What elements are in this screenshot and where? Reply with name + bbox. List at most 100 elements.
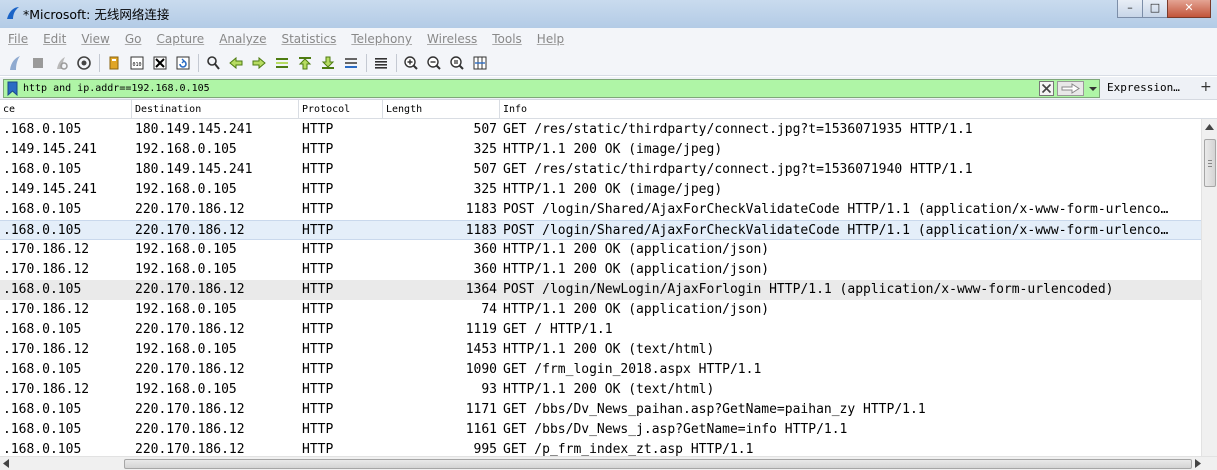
column-divider[interactable] (131, 100, 132, 119)
menu-help[interactable]: Help (537, 32, 564, 46)
clear-filter-icon[interactable] (1039, 81, 1054, 96)
packet-row[interactable]: .170.186.12 192.168.0.105 HTTP 360 HTTP/1.1 … (0, 260, 1201, 280)
packet-length: 1183 (465, 202, 497, 217)
filter-bookmark-icon[interactable] (6, 81, 19, 96)
open-file-icon (109, 56, 119, 69)
expression-button[interactable]: Expression… (1107, 81, 1180, 94)
open-file-button[interactable] (105, 54, 123, 72)
packet-length: 995 (473, 442, 497, 456)
column-divider[interactable] (499, 100, 500, 119)
colorize-button[interactable] (372, 54, 390, 72)
packet-row[interactable]: .168.0.105 220.170.186.12 HTTP 1183 POST /lo… (0, 200, 1201, 220)
horizontal-scroll-thumb[interactable] (124, 459, 1192, 469)
packet-destination: 220.170.186.12 (135, 202, 245, 217)
packet-row[interactable]: .168.0.105 220.170.186.12 HTTP 1171 GET /bbs… (0, 400, 1201, 420)
scroll-left-icon[interactable] (3, 459, 9, 468)
go-back-button[interactable] (227, 54, 245, 72)
column-divider[interactable] (382, 100, 383, 119)
packet-row[interactable]: .168.0.105 220.170.186.12 HTTP 1364 POST /lo… (0, 280, 1201, 300)
packet-destination: 192.168.0.105 (135, 142, 237, 157)
packet-protocol: HTTP (302, 382, 334, 397)
column-destination-header[interactable]: Destination (135, 104, 201, 119)
packet-length: 1161 (465, 422, 497, 437)
packet-length: 325 (473, 182, 497, 197)
packet-length: 1183 (465, 223, 497, 238)
apply-filter-icon[interactable] (1057, 81, 1084, 96)
go-last-button[interactable] (319, 54, 337, 72)
display-filter-field (3, 79, 1100, 98)
packet-protocol: HTTP (302, 142, 334, 157)
packet-protocol: HTTP (302, 182, 334, 197)
menu-analyze[interactable]: Analyze (219, 32, 266, 46)
zoom-normal-button[interactable] (448, 54, 466, 72)
add-filter-button[interactable]: + (1200, 79, 1212, 95)
packet-row[interactable]: .149.145.241 192.168.0.105 HTTP 325 HTTP/1.1… (0, 180, 1201, 200)
vertical-scroll-thumb[interactable] (1204, 139, 1216, 187)
menu-view[interactable]: View (81, 32, 109, 46)
go-first-button[interactable] (296, 54, 314, 72)
filter-history-dropdown-icon[interactable] (1087, 81, 1099, 96)
packet-info: GET /res/static/thirdparty/connect.jpg?t… (503, 162, 973, 177)
packet-row[interactable]: .170.186.12 192.168.0.105 HTTP 93 HTTP/1.1 2… (0, 380, 1201, 400)
packet-protocol: HTTP (302, 282, 334, 297)
auto-scroll-button[interactable] (342, 54, 360, 72)
shark-fin-start-icon (10, 55, 20, 70)
packet-row[interactable]: .168.0.105 180.149.145.241 HTTP 507 GET /res… (0, 160, 1201, 180)
menu-telephony[interactable]: Telephony (351, 32, 412, 46)
vertical-scrollbar[interactable] (1201, 119, 1217, 456)
start-capture-button[interactable] (6, 54, 24, 72)
packet-info: GET /frm_login_2018.aspx HTTP/1.1 (503, 362, 762, 377)
packet-source: .168.0.105 (3, 322, 82, 337)
go-forward-button[interactable] (250, 54, 268, 72)
packet-length: 360 (473, 262, 497, 277)
column-length-header[interactable]: Length (386, 104, 422, 119)
zoom-in-button[interactable] (402, 54, 420, 72)
packet-row[interactable]: .168.0.105 220.170.186.12 HTTP 1183 POST /lo… (0, 220, 1201, 240)
menu-statistics[interactable]: Statistics (281, 32, 336, 46)
display-filter-input[interactable] (23, 81, 1033, 96)
packet-protocol: HTTP (302, 402, 334, 417)
packet-row[interactable]: .168.0.105 220.170.186.12 HTTP 1090 GET /frm… (0, 360, 1201, 380)
packet-source: .168.0.105 (3, 223, 82, 238)
restart-capture-button[interactable] (52, 54, 70, 72)
close-file-button[interactable] (151, 54, 169, 72)
packet-row[interactable]: .168.0.105 220.170.186.12 HTTP 1161 GET /bbs… (0, 420, 1201, 440)
menu-wireless[interactable]: Wireless (427, 32, 477, 46)
scroll-up-icon[interactable] (1205, 124, 1214, 130)
packet-row[interactable]: .149.145.241 192.168.0.105 HTTP 325 HTTP/1.1… (0, 140, 1201, 160)
stop-capture-button[interactable] (29, 54, 47, 72)
resize-columns-button[interactable] (471, 54, 489, 72)
column-divider[interactable] (298, 100, 299, 119)
save-file-button[interactable]: 010 (128, 54, 146, 72)
menu-tools[interactable]: Tools (492, 32, 522, 46)
column-info-header[interactable]: Info (503, 104, 527, 119)
zoom-out-button[interactable] (425, 54, 443, 72)
go-to-packet-button[interactable] (273, 54, 291, 72)
horizontal-scrollbar[interactable] (0, 456, 1217, 470)
packet-row[interactable]: .170.186.12 192.168.0.105 HTTP 74 HTTP/1.1 2… (0, 300, 1201, 320)
minimize-button[interactable]: – (1117, 0, 1143, 18)
close-button[interactable]: ✕ (1167, 0, 1211, 18)
menu-edit[interactable]: Edit (43, 32, 66, 46)
scroll-right-icon[interactable] (1195, 459, 1201, 468)
column-protocol-header[interactable]: Protocol (302, 104, 350, 119)
menu-capture[interactable]: Capture (156, 32, 204, 46)
packet-row[interactable]: .168.0.105 180.149.145.241 HTTP 507 GET /res… (0, 120, 1201, 140)
column-source-header[interactable]: ce (3, 104, 15, 119)
packet-length: 1119 (465, 322, 497, 337)
packet-protocol: HTTP (302, 342, 334, 357)
find-packet-button[interactable] (204, 54, 222, 72)
packet-row[interactable]: .170.186.12 192.168.0.105 HTTP 1453 HTTP/1.1… (0, 340, 1201, 360)
packet-destination: 192.168.0.105 (135, 342, 237, 357)
menu-file[interactable]: File (8, 32, 28, 46)
maximize-button[interactable]: □ (1142, 0, 1168, 18)
packet-source: .168.0.105 (3, 402, 82, 417)
packet-info: GET /bbs/Dv_News_paihan.asp?GetName=paih… (503, 402, 926, 417)
capture-options-button[interactable] (75, 54, 93, 72)
packet-protocol: HTTP (302, 162, 334, 177)
reload-file-button[interactable] (174, 54, 192, 72)
packet-row[interactable]: .170.186.12 192.168.0.105 HTTP 360 HTTP/1.1 … (0, 240, 1201, 260)
packet-row[interactable]: .168.0.105 220.170.186.12 HTTP 995 GET /p_fr… (0, 440, 1201, 456)
packet-row[interactable]: .168.0.105 220.170.186.12 HTTP 1119 GET / HT… (0, 320, 1201, 340)
menu-go[interactable]: Go (125, 32, 142, 46)
